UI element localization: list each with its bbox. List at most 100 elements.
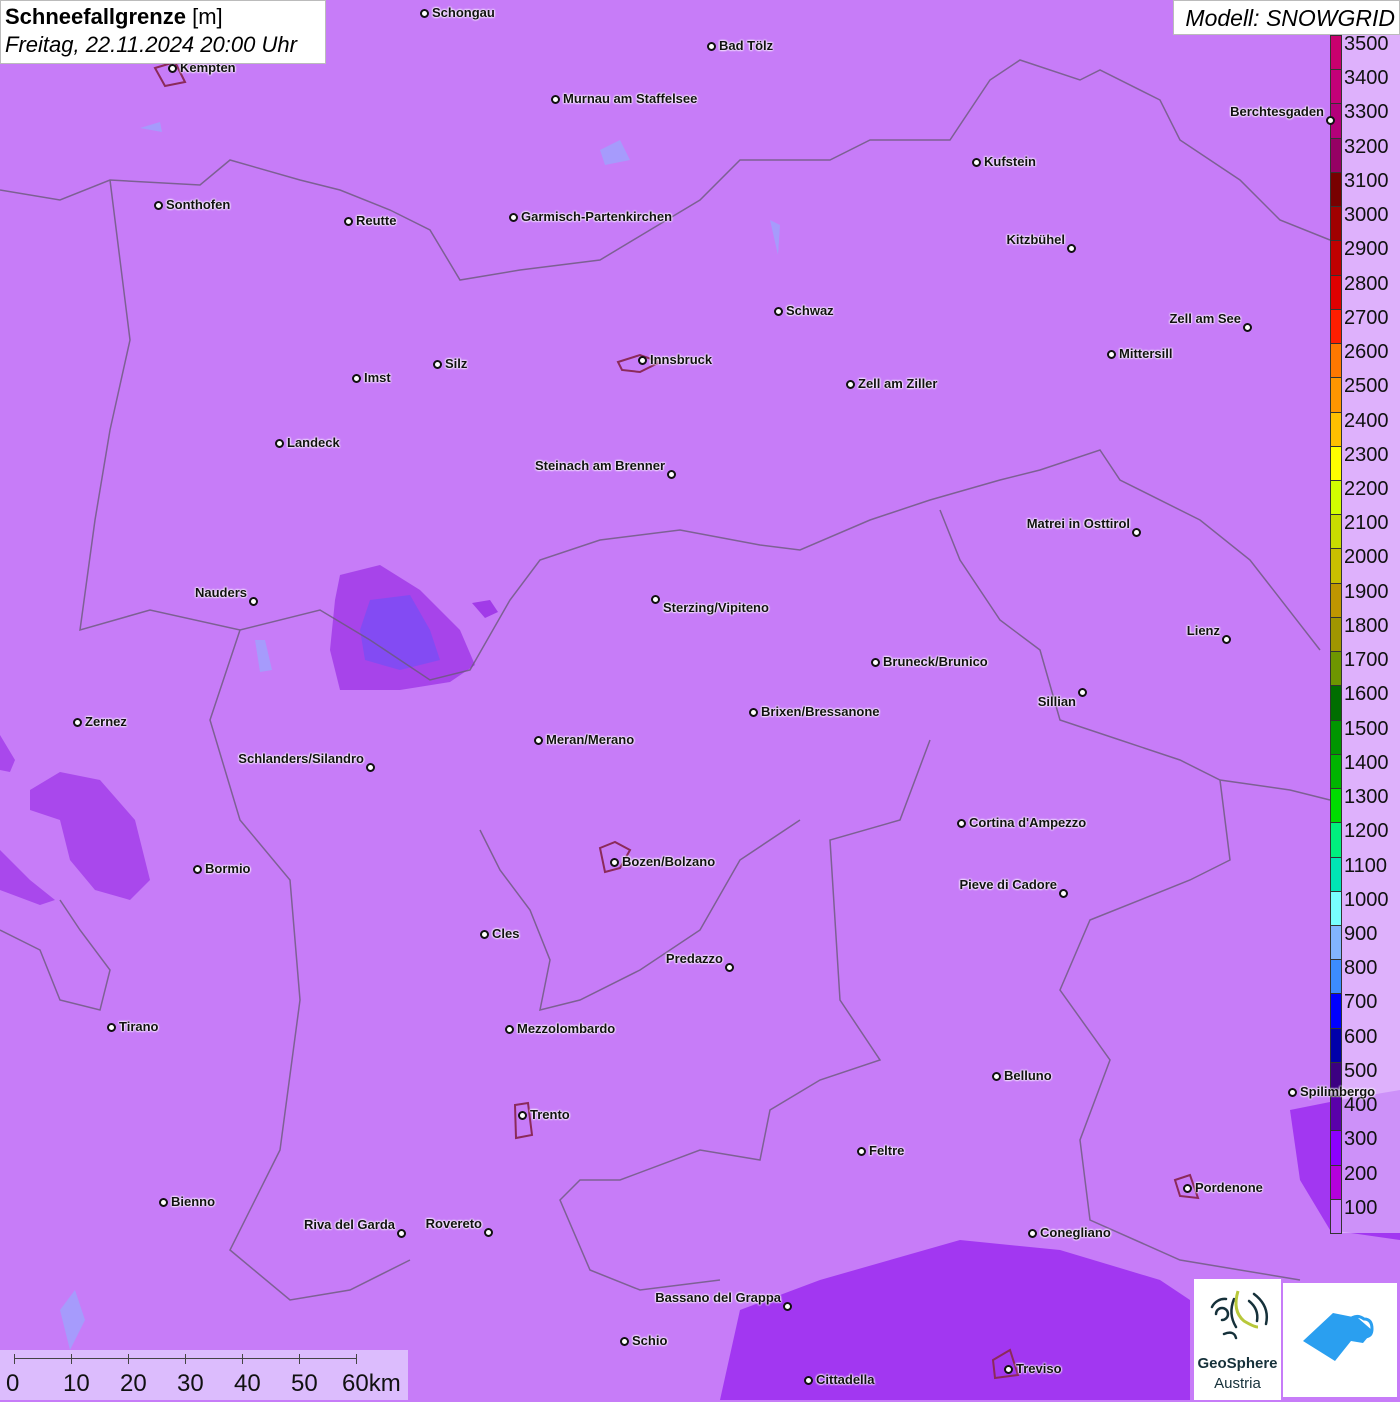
city-label[interactable]: Zell am Ziller <box>858 376 937 391</box>
city-label[interactable]: Silz <box>445 356 467 371</box>
legend-label: 2100 <box>1344 512 1389 535</box>
city-marker <box>804 1376 813 1385</box>
city-label[interactable]: Tirano <box>119 1019 159 1034</box>
legend-label: 2000 <box>1344 546 1389 569</box>
city-label[interactable]: Nauders <box>195 585 247 600</box>
legend-swatch <box>1330 959 1342 995</box>
city-marker <box>433 360 442 369</box>
city-label[interactable]: Zernez <box>85 714 127 729</box>
legend-swatch <box>1330 1198 1342 1235</box>
city-label[interactable]: Steinach am Brenner <box>535 458 665 473</box>
city-marker <box>707 42 716 51</box>
city-label[interactable]: Innsbruck <box>650 352 712 367</box>
legend-swatch <box>1330 924 1342 961</box>
city-marker <box>725 963 734 972</box>
legend-swatch <box>1330 35 1342 71</box>
legend-swatch <box>1330 890 1342 926</box>
city-marker <box>509 213 518 222</box>
city-label[interactable]: Belluno <box>1004 1068 1052 1083</box>
city-label[interactable]: Feltre <box>869 1143 904 1158</box>
legend-label: 2600 <box>1344 341 1389 364</box>
model-label: Modell: SNOWGRID <box>1173 0 1400 35</box>
city-marker <box>551 95 560 104</box>
city-label[interactable]: Murnau am Staffelsee <box>563 91 697 106</box>
city-marker <box>352 374 361 383</box>
legend-swatch <box>1330 582 1342 618</box>
city-label[interactable]: Spilimbergo <box>1300 1084 1375 1099</box>
legend-label: 600 <box>1344 1025 1378 1048</box>
city-marker <box>620 1337 629 1346</box>
legend-swatch <box>1330 822 1342 858</box>
city-label[interactable]: Reutte <box>356 213 396 228</box>
legend-label: 2700 <box>1344 306 1389 329</box>
city-label[interactable]: Berchtesgaden <box>1230 104 1324 119</box>
partner-logo[interactable] <box>1283 1283 1397 1397</box>
city-label[interactable]: Imst <box>364 370 391 385</box>
legend-label: 2400 <box>1344 409 1389 432</box>
city-label[interactable]: Cles <box>492 926 519 941</box>
city-label[interactable]: Kufstein <box>984 154 1036 169</box>
city-label[interactable]: Cittadella <box>816 1372 875 1387</box>
city-label[interactable]: Conegliano <box>1040 1225 1111 1240</box>
city-marker <box>749 708 758 717</box>
city-label[interactable]: Bormio <box>205 861 251 876</box>
geosphere-logo[interactable]: GeoSphere Austria <box>1194 1279 1281 1400</box>
city-label[interactable]: Predazzo <box>666 951 723 966</box>
city-label[interactable]: Kitzbühel <box>1007 232 1066 247</box>
city-label[interactable]: Bassano del Grappa <box>655 1290 781 1305</box>
geosphere-name: GeoSphere <box>1197 1355 1278 1372</box>
city-marker <box>1183 1184 1192 1193</box>
city-label[interactable]: Bad Tölz <box>719 38 773 53</box>
city-label[interactable]: Schlanders/Silandro <box>238 751 364 766</box>
mountain-cloud-logo-icon <box>1303 1313 1374 1361</box>
city-marker <box>1243 323 1252 332</box>
legend-swatch <box>1330 1164 1342 1200</box>
city-label[interactable]: Pieve di Cadore <box>959 877 1057 892</box>
city-label[interactable]: Pordenone <box>1195 1180 1263 1195</box>
city-label[interactable]: Garmisch-Partenkirchen <box>521 209 672 224</box>
city-label[interactable]: Bozen/Bolzano <box>622 854 715 869</box>
legend-swatch <box>1330 274 1342 310</box>
title-box: Schneefallgrenze [m] Freitag, 22.11.2024… <box>0 0 326 64</box>
legend-swatch <box>1330 685 1342 721</box>
city-label[interactable]: Sonthofen <box>166 197 230 212</box>
legend-label: 1300 <box>1344 786 1389 809</box>
legend-swatch <box>1330 411 1342 447</box>
city-label[interactable]: Mezzolombardo <box>517 1021 615 1036</box>
city-label[interactable]: Treviso <box>1016 1361 1062 1376</box>
legend-label: 300 <box>1344 1128 1378 1151</box>
city-marker <box>518 1111 527 1120</box>
city-label[interactable]: Trento <box>530 1107 570 1122</box>
city-marker <box>154 201 163 210</box>
city-label[interactable]: Schongau <box>432 5 495 20</box>
scale-bar: 0 10 20 30 40 50 60km <box>0 1350 408 1400</box>
city-label[interactable]: Meran/Merano <box>546 732 634 747</box>
city-label[interactable]: Sterzing/Vipiteno <box>663 600 769 615</box>
city-label[interactable]: Bienno <box>171 1194 215 1209</box>
legend-swatch <box>1330 1130 1342 1166</box>
city-label[interactable]: Matrei in Osttirol <box>1027 516 1130 531</box>
city-label[interactable]: Landeck <box>287 435 340 450</box>
city-label[interactable]: Schio <box>632 1333 667 1348</box>
city-label[interactable]: Riva del Garda <box>304 1217 395 1232</box>
city-label[interactable]: Sillian <box>1038 694 1076 709</box>
legend-label: 1400 <box>1344 751 1389 774</box>
city-label[interactable]: Schwaz <box>786 303 834 318</box>
city-marker <box>534 736 543 745</box>
city-label[interactable]: Lienz <box>1187 623 1220 638</box>
city-label[interactable]: Mittersill <box>1119 346 1172 361</box>
city-label[interactable]: Cortina d'Ampezzo <box>969 815 1086 830</box>
city-marker <box>972 158 981 167</box>
city-label[interactable]: Bruneck/Brunico <box>883 654 988 669</box>
city-marker <box>107 1023 116 1032</box>
legend-swatch <box>1330 69 1342 105</box>
scale-label: 0 <box>6 1370 20 1397</box>
legend-label: 900 <box>1344 922 1378 945</box>
legend-label: 1600 <box>1344 683 1389 706</box>
city-label[interactable]: Zell am See <box>1169 311 1241 326</box>
city-marker <box>610 858 619 867</box>
city-label[interactable]: Rovereto <box>426 1216 482 1231</box>
city-label[interactable]: Brixen/Bressanone <box>761 704 880 719</box>
legend-swatch <box>1330 1027 1342 1063</box>
map-title: Schneefallgrenze <box>5 4 186 29</box>
